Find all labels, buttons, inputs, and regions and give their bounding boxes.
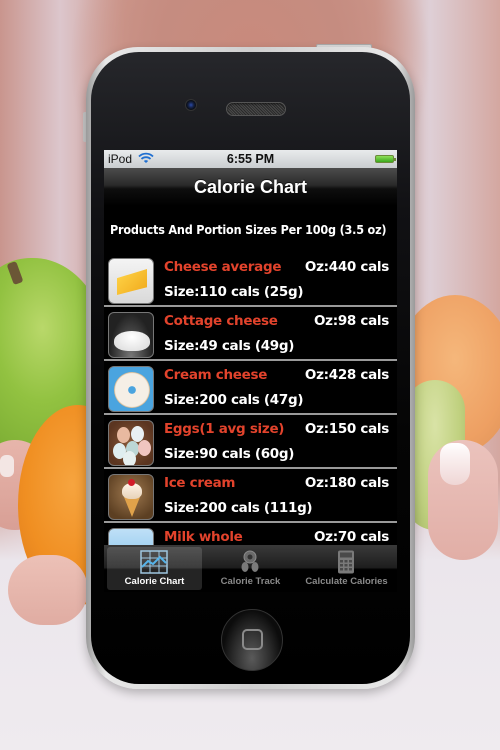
tab-label: Calorie Chart [124, 576, 185, 587]
item-oz-calories: Oz:98 cals [314, 313, 389, 329]
item-oz-calories: Oz:70 cals [314, 529, 389, 545]
home-button[interactable] [221, 609, 283, 671]
item-portion-calories: Size:200 cals (111g) [164, 500, 313, 516]
item-portion-calories: Size:49 cals (49g) [164, 338, 295, 354]
list-item-cheese-average[interactable]: Cheese average Oz:440 cals Size:110 cals… [104, 253, 397, 307]
item-portion-calories: Size:200 cals (47g) [164, 392, 304, 408]
item-name: Cream cheese [164, 367, 268, 383]
item-oz-calories: Oz:440 cals [304, 259, 389, 275]
front-camera [185, 99, 197, 111]
scale-footprints-icon [241, 550, 259, 572]
tab-calorie-track[interactable]: Calorie Track [203, 547, 298, 590]
battery-icon [375, 155, 396, 163]
item-name: Eggs(1 avg size) [164, 421, 285, 437]
chart-icon [140, 550, 168, 574]
item-oz-calories: Oz:180 cals [304, 475, 389, 491]
section-header: Products And Portion Sizes Per 100g (3.5… [110, 222, 387, 237]
calculator-icon [338, 550, 354, 574]
right-thumbnail [440, 443, 470, 485]
tab-label: Calorie Track [220, 576, 281, 587]
item-portion-calories: Size:90 cals (60g) [164, 446, 295, 462]
status-time: 6:55 PM [226, 152, 275, 166]
cheese-icon [108, 258, 154, 304]
list-item-cottage-cheese[interactable]: Cottage cheese Oz:98 cals Size:49 cals (… [104, 307, 397, 361]
milk-icon [108, 528, 154, 546]
tab-label: Calculate Calories [305, 576, 388, 587]
item-name: Milk whole [164, 529, 243, 545]
cream-cheese-bagel-icon [108, 366, 154, 412]
page-title: Calorie Chart [193, 177, 308, 197]
list-item-ice-cream[interactable]: Ice cream Oz:180 cals Size:200 cals (111… [104, 469, 397, 523]
item-name: Ice cream [164, 475, 236, 491]
item-name: Cottage cheese [164, 313, 278, 329]
cottage-cheese-icon [108, 312, 154, 358]
tab-bar: Calorie Chart Calorie Track Calculate Ca… [104, 545, 397, 592]
app-screen: iPod 6:55 PM Calorie Chart Products And … [104, 150, 397, 592]
item-portion-calories: Size:110 cals (25g) [164, 284, 304, 300]
eggs-icon [108, 420, 154, 466]
left-fingernail [0, 455, 14, 477]
item-name: Cheese average [164, 259, 282, 275]
list-item-milk-whole[interactable]: Milk whole Oz:70 cals [104, 523, 397, 546]
earpiece-speaker [226, 102, 286, 116]
item-oz-calories: Oz:428 cals [304, 367, 389, 383]
food-list[interactable]: Cheese average Oz:440 cals Size:110 cals… [104, 253, 397, 546]
list-item-eggs[interactable]: Eggs(1 avg size) Oz:150 cals Size:90 cal… [104, 415, 397, 469]
ice-cream-icon [108, 474, 154, 520]
calorie-list-view[interactable]: Products And Portion Sizes Per 100g (3.5… [104, 206, 397, 546]
left-thumb [8, 555, 88, 625]
navigation-bar: Calorie Chart [104, 168, 397, 206]
tab-calorie-chart[interactable]: Calorie Chart [107, 547, 202, 590]
item-oz-calories: Oz:150 cals [304, 421, 389, 437]
list-item-cream-cheese[interactable]: Cream cheese Oz:428 cals Size:200 cals (… [104, 361, 397, 415]
home-square-icon [242, 629, 263, 650]
tab-calculate-calories[interactable]: Calculate Calories [299, 547, 394, 590]
status-bar: iPod 6:55 PM [104, 150, 397, 168]
